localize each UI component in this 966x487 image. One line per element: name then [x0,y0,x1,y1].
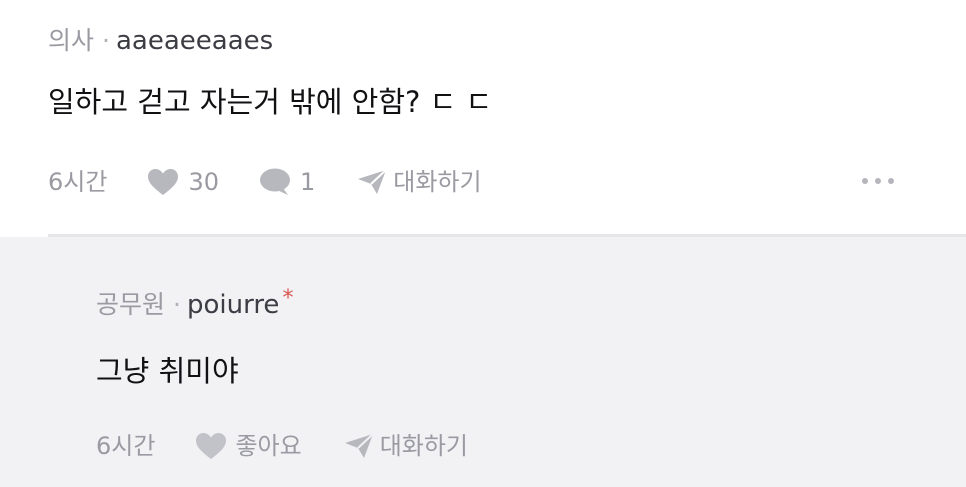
chat-label: 대화하기 [393,168,482,196]
more-dot [862,178,868,184]
more-dots-icon[interactable] [862,178,894,184]
separator-dot: · [173,290,181,319]
more-dot [888,178,894,184]
paper-plane-icon [357,169,387,195]
comment-author-line: 의사 · aaeaeeaaes [48,26,273,56]
comment-actions: 6시간 30 1 대화하기 [48,167,482,197]
comment-author-nickname[interactable]: aaeaeeaaes [116,26,273,56]
heart-icon [147,168,179,196]
speech-bubble-icon [259,167,291,197]
reply-author-nickname[interactable]: poiurre [187,290,279,320]
like-count: 30 [188,168,219,196]
reply-button[interactable]: 1 [259,167,315,197]
comment-text: 일하고 걷고 자는거 밖에 안함? ㄷ ㄷ [48,85,493,119]
reply-card: 공무원 · poiurre * 그냥 취미야 6시간 좋아요 대화하기 [0,237,966,487]
reply-chat-button[interactable]: 대화하기 [344,431,468,461]
reply-actions: 6시간 좋아요 대화하기 [96,431,468,461]
reply-author-job: 공무원 [96,290,166,319]
reply-like-button[interactable]: 좋아요 [195,431,302,461]
reply-chat-label: 대화하기 [379,432,469,460]
more-dot [875,178,881,184]
reply-author-line: 공무원 · poiurre * [96,286,293,322]
reply-like-label: 좋아요 [235,432,302,460]
comment-card: 의사 · aaeaeeaaes 일하고 걷고 자는거 밖에 안함? ㄷ ㄷ 6시간 … [0,0,966,234]
comment-time: 6시간 [48,168,108,196]
reply-text: 그냥 취미야 [96,354,239,388]
reply-time: 6시간 [96,432,156,460]
paper-plane-icon [344,433,374,459]
author-badge: * [282,286,294,311]
like-button[interactable]: 30 [147,167,219,197]
chat-button[interactable]: 대화하기 [357,167,482,197]
heart-icon [195,432,227,460]
comment-author-job: 의사 [48,26,95,55]
reply-count: 1 [299,168,316,196]
separator-dot: · [102,26,110,55]
